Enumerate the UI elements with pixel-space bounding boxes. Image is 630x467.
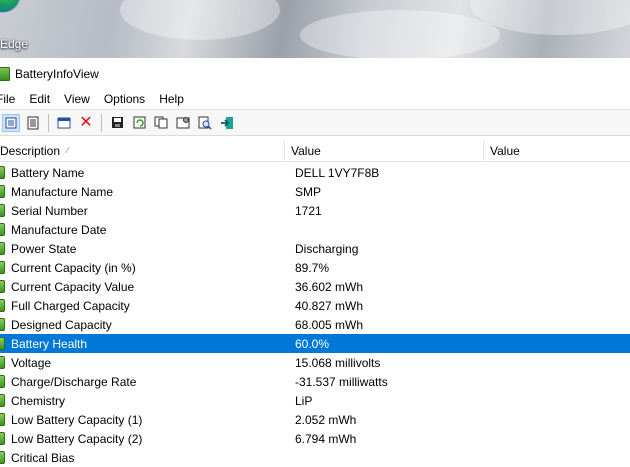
row-description: Critical Bias — [11, 450, 75, 465]
delete-icon[interactable]: ✕ — [77, 114, 95, 132]
row-description: Power State — [11, 241, 77, 256]
find-icon[interactable] — [196, 114, 214, 132]
column-header-label: Value — [291, 144, 321, 158]
table-row[interactable]: Low Battery Capacity (1) 2.052 mWh — [0, 410, 630, 429]
row-description: Low Battery Capacity (2) — [11, 431, 143, 446]
copy-icon[interactable] — [152, 114, 170, 132]
battery-app-icon — [0, 66, 10, 81]
menu-edit[interactable]: Edit — [22, 89, 57, 109]
column-header-label: Value — [490, 144, 520, 158]
window-title: BatteryInfoView — [15, 66, 99, 81]
table-row[interactable]: Current Capacity (in %) 89.7% — [0, 258, 630, 277]
battery-icon — [0, 451, 5, 464]
table-row[interactable]: Critical Bias — [0, 448, 630, 467]
list-header: Description ⁄ Value Value — [0, 141, 630, 162]
table-row[interactable]: Voltage 15.068 millivolts — [0, 353, 630, 372]
toolbar-separator — [48, 113, 49, 132]
row-description: Designed Capacity — [11, 317, 112, 332]
table-row[interactable]: Current Capacity Value 36.602 mWh — [0, 277, 630, 296]
table-row[interactable]: Battery Name DELL 1VY7F8B — [0, 163, 630, 182]
battery-icon — [0, 394, 5, 407]
sort-ascending-icon: ⁄ — [67, 146, 69, 155]
battery-icon — [0, 375, 5, 388]
battery-icon — [0, 432, 5, 445]
battery-icon — [0, 166, 5, 179]
table-row[interactable]: Power State Discharging — [0, 239, 630, 258]
options-icon[interactable] — [174, 114, 192, 132]
battery-icon — [0, 356, 5, 369]
table-row[interactable]: Charge/Discharge Rate -31.537 milliwatts — [0, 372, 630, 391]
table-row[interactable]: Low Battery Capacity (2) 6.794 mWh — [0, 429, 630, 448]
menu-help[interactable]: Help — [152, 89, 191, 109]
battery-icon — [0, 299, 5, 312]
row-value: LiP — [295, 393, 313, 408]
toolbar: ✕ — [0, 110, 630, 136]
table-row[interactable]: Designed Capacity 68.005 mWh — [0, 315, 630, 334]
refresh-icon[interactable] — [130, 114, 148, 132]
column-header-value-2[interactable]: Value — [484, 141, 630, 161]
row-description: Current Capacity Value — [11, 279, 135, 294]
row-value: 89.7% — [295, 260, 330, 275]
list-view-icon[interactable] — [2, 113, 20, 132]
edge-shortcut-label[interactable]: Edge — [0, 37, 28, 51]
menu-bar: File Edit View Options Help — [0, 89, 630, 110]
row-value: 15.068 millivolts — [295, 355, 381, 370]
battery-icon — [0, 280, 5, 293]
row-description: Voltage — [11, 355, 52, 370]
edge-icon[interactable] — [0, 0, 20, 12]
battery-icon — [0, 337, 5, 350]
menu-view[interactable]: View — [57, 89, 97, 109]
menu-file[interactable]: File — [0, 89, 22, 109]
menu-options[interactable]: Options — [97, 89, 152, 109]
battery-icon — [0, 261, 5, 274]
row-value: 60.0% — [295, 336, 330, 351]
table-row[interactable]: Serial Number 1721 — [0, 201, 630, 220]
html-report-icon[interactable] — [24, 114, 42, 132]
row-description: Battery Name — [11, 165, 85, 180]
battery-icon — [0, 185, 5, 198]
save-icon[interactable] — [108, 114, 126, 132]
desktop-background: Edge — [0, 0, 630, 58]
row-value: DELL 1VY7F8B — [295, 165, 380, 180]
row-value: 1721 — [295, 203, 322, 218]
table-row[interactable]: Chemistry LiP — [0, 391, 630, 410]
row-description: Battery Health — [11, 336, 88, 351]
table-row[interactable]: Manufacture Name SMP — [0, 182, 630, 201]
row-value: -31.537 milliwatts — [295, 374, 388, 389]
row-description: Charge/Discharge Rate — [11, 374, 137, 389]
row-description: Low Battery Capacity (1) — [11, 412, 143, 427]
battery-icon — [0, 413, 5, 426]
battery-icon — [0, 242, 5, 255]
row-description: Manufacture Name — [11, 184, 114, 199]
properties-window-icon[interactable] — [55, 114, 73, 132]
column-header-description[interactable]: Description ⁄ — [0, 141, 285, 161]
battery-icon — [0, 223, 5, 236]
row-value: 6.794 mWh — [295, 431, 357, 446]
row-value: 40.827 mWh — [295, 298, 364, 313]
battery-icon — [0, 318, 5, 331]
table-row[interactable]: Full Charged Capacity 40.827 mWh — [0, 296, 630, 315]
row-description: Current Capacity (in %) — [11, 260, 136, 275]
row-value: 68.005 mWh — [295, 317, 364, 332]
column-header-label: Description — [0, 144, 61, 158]
row-value: SMP — [295, 184, 322, 199]
row-value: 36.602 mWh — [295, 279, 364, 294]
row-description: Serial Number — [11, 203, 88, 218]
row-description: Chemistry — [11, 393, 66, 408]
table-row[interactable]: Manufacture Date — [0, 220, 630, 239]
window-titlebar[interactable]: BatteryInfoView — [0, 58, 630, 89]
row-description: Full Charged Capacity — [11, 298, 130, 313]
column-header-value[interactable]: Value — [285, 141, 484, 161]
row-value: 2.052 mWh — [295, 412, 357, 427]
toolbar-separator — [101, 113, 102, 132]
exit-icon[interactable] — [218, 114, 236, 132]
battery-icon — [0, 204, 5, 217]
row-description: Manufacture Date — [11, 222, 107, 237]
battery-info-list: Battery Name DELL 1VY7F8B Manufacture Name… — [0, 163, 630, 467]
row-value: Discharging — [295, 241, 359, 256]
table-row[interactable]: Battery Health 60.0% — [0, 334, 630, 353]
